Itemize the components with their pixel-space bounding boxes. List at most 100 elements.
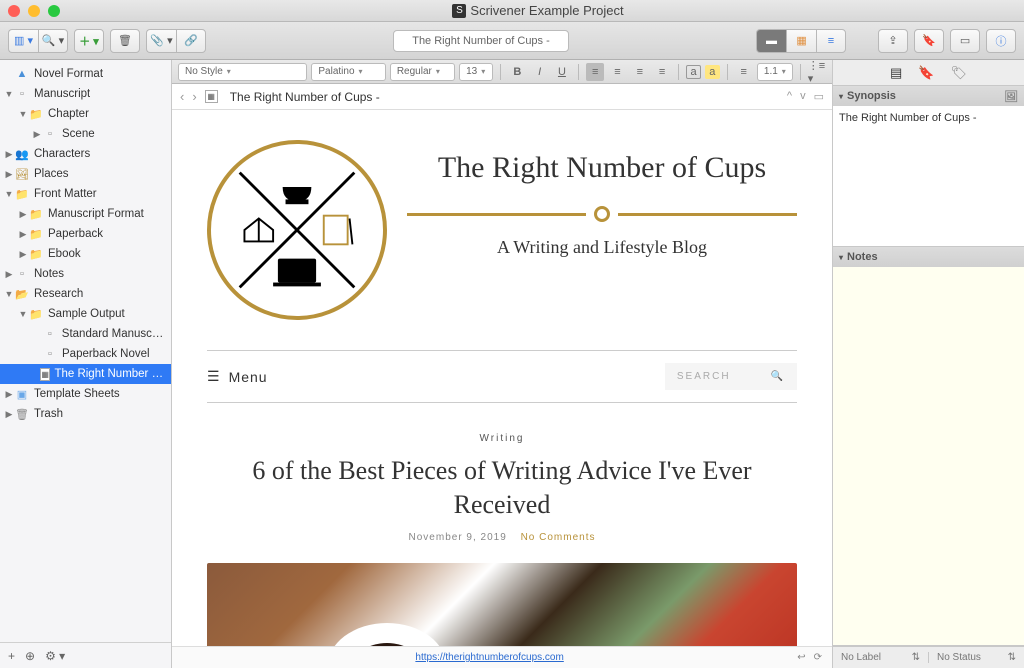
underline-button[interactable]: U <box>553 63 571 81</box>
synopsis-image-icon[interactable]: 🖼 <box>1004 90 1018 103</box>
binder-item[interactable]: ▼📁Chapter <box>0 104 171 124</box>
disclosure-triangle[interactable]: ▶ <box>4 389 14 400</box>
reload-button[interactable]: ⟳ <box>814 652 822 663</box>
binder-item[interactable]: ▫Standard Manuscript <box>0 324 171 344</box>
window-title-text: Scrivener Example Project <box>470 3 623 18</box>
notes-text-area[interactable] <box>833 267 1024 645</box>
binder-item[interactable]: ▶▫Scene <box>0 124 171 144</box>
doc-icon: ▫ <box>42 346 58 362</box>
font-variant-select[interactable]: Regular <box>390 63 455 81</box>
binder-footer: + ⊕ ⚙ ▾ <box>0 642 171 668</box>
inspector-tab-bookmarks[interactable]: 🔖 <box>918 65 934 81</box>
inspector-toggle-button[interactable]: ⓘ <box>986 29 1016 53</box>
disclosure-triangle[interactable]: ▶ <box>32 129 42 140</box>
post-comments[interactable]: No Comments <box>521 532 596 543</box>
share-button[interactable]: ⇪ <box>878 29 908 53</box>
binder-settings-button[interactable]: ⚙ ▾ <box>45 649 65 663</box>
view-document-button[interactable]: ▬ <box>756 29 786 53</box>
inspector-tab-metadata[interactable]: 🏷 <box>950 65 967 81</box>
post-category[interactable]: Writing <box>207 433 797 444</box>
disclosure-triangle[interactable]: ▶ <box>18 249 28 260</box>
align-center-button[interactable]: ≡ <box>608 63 626 81</box>
align-left-button[interactable]: ≡ <box>586 63 604 81</box>
disclosure-triangle[interactable]: ▼ <box>18 309 28 319</box>
view-button[interactable]: ▥ ▾ <box>8 29 38 53</box>
inspector-tab-notes[interactable]: ▤ <box>890 65 902 81</box>
attach-button[interactable]: 📎 ▾ <box>146 29 176 53</box>
disclosure-triangle[interactable]: ▶ <box>4 149 14 160</box>
disclosure-triangle[interactable]: ▼ <box>4 289 14 299</box>
disclosure-triangle[interactable]: ▶ <box>18 209 28 220</box>
binder-item[interactable]: ▦The Right Number of Cups - <box>0 364 171 384</box>
editor-content-area[interactable]: The Right Number of Cups A Writing and L… <box>172 110 832 646</box>
folder-icon: 📁 <box>28 306 44 322</box>
blog-search[interactable]: SEARCH 🔍 <box>665 363 797 390</box>
view-corkboard-button[interactable]: ▦ <box>786 29 816 53</box>
page-url-link[interactable]: https://therightnumberofcups.com <box>415 652 563 663</box>
add-item-button[interactable]: + <box>8 649 15 663</box>
binder-item[interactable]: ▶📁Ebook <box>0 244 171 264</box>
binder-item[interactable]: ▶🗑Trash <box>0 404 171 424</box>
compose-button[interactable]: ▭ <box>950 29 980 53</box>
nav-down-button[interactable]: v <box>800 90 806 103</box>
binder-item[interactable]: ▼📂Research <box>0 284 171 304</box>
blog-subtitle: A Writing and Lifestyle Blog <box>407 237 797 258</box>
font-select[interactable]: Palatino <box>311 63 385 81</box>
post-title[interactable]: 6 of the Best Pieces of Writing Advice I… <box>207 454 797 522</box>
menu-toggle[interactable]: ☰ Menu <box>207 368 268 385</box>
link-button[interactable]: 🔗 <box>176 29 206 53</box>
disclosure-triangle[interactable]: ▶ <box>4 269 14 280</box>
align-justify-button[interactable]: ≡ <box>653 63 671 81</box>
disclosure-triangle[interactable]: ▶ <box>18 229 28 240</box>
app-icon: S <box>452 4 466 18</box>
nav-up-button[interactable]: ^ <box>787 90 792 103</box>
binder-item[interactable]: ▼▫Manuscript <box>0 84 171 104</box>
text-color-button[interactable]: a <box>686 65 701 79</box>
blog-page: The Right Number of Cups A Writing and L… <box>207 130 797 646</box>
nav-back-button[interactable]: ‹ <box>180 89 184 104</box>
binder-item[interactable]: ▼📁Front Matter <box>0 184 171 204</box>
binder-item[interactable]: ▶📁Paperback <box>0 224 171 244</box>
label-select[interactable]: No Label ⇅ <box>833 652 929 663</box>
history-back-button[interactable]: ↩ <box>797 652 805 663</box>
synopsis-header[interactable]: Synopsis 🖼 <box>833 86 1024 106</box>
style-select[interactable]: No Style <box>178 63 307 81</box>
align-right-button[interactable]: ≡ <box>631 63 649 81</box>
add-button[interactable]: ＋ ▾ <box>74 29 104 53</box>
binder-item[interactable]: ▲Novel Format <box>0 64 171 84</box>
nav-forward-button[interactable]: › <box>192 89 196 104</box>
bold-button[interactable]: B <box>508 63 526 81</box>
binder-item[interactable]: ▶▫Notes <box>0 264 171 284</box>
highlight-button[interactable]: a <box>705 65 720 79</box>
disclosure-triangle[interactable]: ▼ <box>18 109 28 119</box>
maximize-button[interactable] <box>48 5 60 17</box>
binder-item[interactable]: ▼📁Sample Output <box>0 304 171 324</box>
line-spacing-select[interactable]: 1.1 <box>757 63 793 81</box>
add-folder-button[interactable]: ⊕ <box>25 649 35 663</box>
split-button[interactable]: ▭ <box>814 90 824 103</box>
binder-item[interactable]: ▶👥Characters <box>0 144 171 164</box>
font-size-select[interactable]: 13 <box>459 63 493 81</box>
trash-button[interactable]: 🗑 <box>110 29 140 53</box>
search-button[interactable]: 🔍 ▾ <box>38 29 68 53</box>
disclosure-triangle[interactable]: ▶ <box>4 409 14 420</box>
document-title-field[interactable]: The Right Number of Cups - <box>393 30 570 52</box>
synopsis-text[interactable]: The Right Number of Cups - <box>833 106 1024 246</box>
view-outline-button[interactable]: ≡ <box>816 29 846 53</box>
minimize-button[interactable] <box>28 5 40 17</box>
disclosure-triangle[interactable]: ▼ <box>4 189 14 199</box>
web-icon: ▦ <box>40 368 51 381</box>
close-button[interactable] <box>8 5 20 17</box>
bookmark-button[interactable]: 🔖 <box>914 29 944 53</box>
disclosure-triangle[interactable]: ▶ <box>4 169 14 180</box>
status-value: No Status <box>937 652 981 663</box>
list-button[interactable]: ⋮≡ ▾ <box>808 63 826 81</box>
binder-item[interactable]: ▶▣Template Sheets <box>0 384 171 404</box>
notes-header[interactable]: Notes <box>833 247 1024 267</box>
binder-item[interactable]: ▶📁Manuscript Format <box>0 204 171 224</box>
italic-button[interactable]: I <box>530 63 548 81</box>
disclosure-triangle[interactable]: ▼ <box>4 89 14 99</box>
binder-item[interactable]: ▫Paperback Novel <box>0 344 171 364</box>
status-select[interactable]: No Status ⇅ <box>929 652 1024 663</box>
binder-item[interactable]: ▶🏞Places <box>0 164 171 184</box>
